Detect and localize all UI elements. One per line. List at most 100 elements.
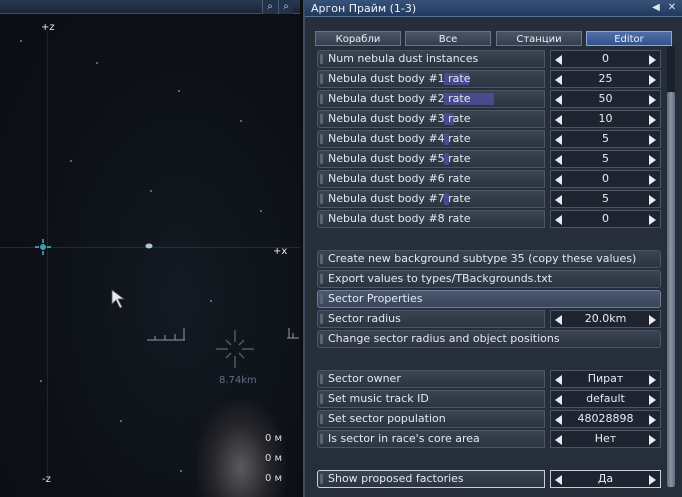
stepper-value: 5 — [602, 192, 609, 205]
object-marker-icon[interactable] — [144, 242, 154, 250]
increase-arrow-icon[interactable] — [649, 115, 656, 125]
zoom-in-icon[interactable]: ⌕ — [262, 0, 277, 14]
increase-arrow-icon[interactable] — [649, 215, 656, 225]
decrease-arrow-icon[interactable] — [555, 115, 562, 125]
decrease-arrow-icon[interactable] — [555, 195, 562, 205]
row-label-text: Nebula dust body #6 rate — [328, 172, 471, 185]
tab-label: Editor — [614, 34, 644, 45]
distance-label: 8.74km — [219, 375, 257, 386]
list-item[interactable]: Num nebula dust instances 0 — [317, 50, 661, 68]
list-item[interactable]: Nebula dust body #4 rate 5 — [317, 130, 661, 148]
tab-all[interactable]: Все — [405, 31, 491, 46]
list-item[interactable]: Nebula dust body #8 rate 0 — [317, 210, 661, 228]
increase-arrow-icon[interactable] — [649, 395, 656, 405]
decrease-arrow-icon[interactable] — [555, 155, 562, 165]
change-radius-button[interactable]: Change sector radius and object position… — [317, 330, 661, 348]
range-scale-icon — [147, 328, 185, 341]
tab-label: Корабли — [335, 34, 381, 45]
decrease-arrow-icon[interactable] — [555, 175, 562, 185]
tab-stations[interactable]: Станции — [496, 31, 582, 46]
sector-map[interactable]: ⌕ ⌕ +z -z +x 8.74km 0 м 0 м 0 м — [0, 0, 300, 497]
increase-arrow-icon[interactable] — [649, 435, 656, 445]
core-area-row[interactable]: Is sector in race's core area Нет — [317, 430, 661, 448]
increase-arrow-icon[interactable] — [649, 155, 656, 165]
decrease-arrow-icon[interactable] — [555, 135, 562, 145]
row-label: Nebula dust body #6 rate — [317, 170, 545, 188]
value-stepper[interactable]: default — [550, 390, 661, 408]
sector-population-row[interactable]: Set sector population 48028898 — [317, 410, 661, 428]
decrease-arrow-icon[interactable] — [555, 415, 562, 425]
range-value-2: 0 м — [265, 453, 283, 464]
list-item[interactable]: Nebula dust body #3 rate 10 — [317, 110, 661, 128]
close-icon[interactable]: ✕ — [665, 1, 679, 15]
show-factories-row[interactable]: Show proposed factories Да — [317, 470, 661, 488]
increase-arrow-icon[interactable] — [649, 75, 656, 85]
decrease-arrow-icon[interactable] — [555, 395, 562, 405]
value-stepper[interactable]: 25 — [550, 70, 661, 88]
value-stepper[interactable]: Да — [550, 470, 661, 488]
increase-arrow-icon[interactable] — [649, 315, 656, 325]
zoom-out-icon[interactable]: ⌕ — [278, 0, 293, 14]
range-value-1: 0 м — [265, 433, 283, 444]
value-stepper[interactable]: 20.0km (100%) — [550, 310, 661, 341]
row-label-text: Nebula dust body #5 rate — [328, 152, 471, 165]
increase-arrow-icon[interactable] — [649, 135, 656, 145]
list-item[interactable]: Nebula dust body #5 rate 5 — [317, 150, 661, 168]
value-stepper[interactable]: Пират — [550, 370, 661, 388]
scrollbar-thumb[interactable] — [667, 92, 675, 487]
list-item[interactable]: Nebula dust body #2 rate 50 — [317, 90, 661, 108]
value-stepper[interactable]: 48028898 — [550, 410, 661, 428]
cursor-icon — [111, 289, 126, 309]
row-label-text: Set sector population — [328, 412, 446, 425]
decrease-arrow-icon[interactable] — [555, 435, 562, 445]
row-label: Set music track ID — [317, 390, 545, 408]
sector-radius-row[interactable]: Sector radius 20.0km (100%) — [317, 310, 661, 341]
row-label: Export values to types/TBackgrounds.txt — [317, 270, 661, 288]
stepper-value: 48028898 — [577, 412, 634, 425]
row-label-text: Show proposed factories — [328, 472, 464, 485]
value-stepper[interactable]: 0 — [550, 210, 661, 228]
row-label: Nebula dust body #2 rate — [317, 90, 545, 108]
increase-arrow-icon[interactable] — [649, 95, 656, 105]
increase-arrow-icon[interactable] — [649, 195, 656, 205]
list-item[interactable]: Nebula dust body #7 rate 5 — [317, 190, 661, 208]
decrease-arrow-icon[interactable] — [555, 375, 562, 385]
value-stepper[interactable]: 0 — [550, 170, 661, 188]
increase-arrow-icon[interactable] — [649, 55, 656, 65]
row-label-text: Sector Properties — [328, 292, 423, 305]
value-stepper[interactable]: Нет — [550, 430, 661, 448]
decrease-arrow-icon[interactable] — [555, 95, 562, 105]
list-item[interactable]: Nebula dust body #1 rate 25 — [317, 70, 661, 88]
value-stepper[interactable]: 50 — [550, 90, 661, 108]
value-stepper[interactable]: 5 — [550, 130, 661, 148]
decrease-arrow-icon[interactable] — [555, 315, 562, 325]
row-label-text: Nebula dust body #8 rate — [328, 212, 471, 225]
list-item[interactable]: Nebula dust body #6 rate 0 — [317, 170, 661, 188]
sector-owner-row[interactable]: Sector owner Пират — [317, 370, 661, 388]
increase-arrow-icon[interactable] — [649, 175, 656, 185]
decrease-arrow-icon[interactable] — [555, 55, 562, 65]
value-stepper[interactable]: 5 — [550, 190, 661, 208]
decrease-arrow-icon[interactable] — [555, 75, 562, 85]
tab-editor[interactable]: Editor — [586, 31, 672, 46]
stepper-value: 10 — [598, 112, 613, 125]
value-stepper[interactable]: 0 — [550, 50, 661, 68]
export-values-button[interactable]: Export values to types/TBackgrounds.txt — [317, 270, 661, 288]
star — [20, 40, 22, 42]
sound-icon[interactable]: ◀ — [649, 1, 663, 15]
star — [260, 210, 262, 212]
music-track-row[interactable]: Set music track ID default — [317, 390, 661, 408]
increase-arrow-icon[interactable] — [649, 415, 656, 425]
create-background-button[interactable]: Create new background subtype 35 (copy t… — [317, 250, 661, 268]
scrollbar[interactable] — [667, 47, 675, 487]
tab-ships[interactable]: Корабли — [315, 31, 401, 46]
stepper-value: Нет — [594, 432, 617, 445]
row-label: Nebula dust body #8 rate — [317, 210, 545, 228]
increase-arrow-icon[interactable] — [649, 475, 656, 485]
decrease-arrow-icon[interactable] — [555, 215, 562, 225]
decrease-arrow-icon[interactable] — [555, 475, 562, 485]
value-stepper[interactable]: 5 — [550, 150, 661, 168]
increase-arrow-icon[interactable] — [649, 375, 656, 385]
value-stepper[interactable]: 10 — [550, 110, 661, 128]
sector-properties-header[interactable]: Sector Properties — [317, 290, 661, 308]
